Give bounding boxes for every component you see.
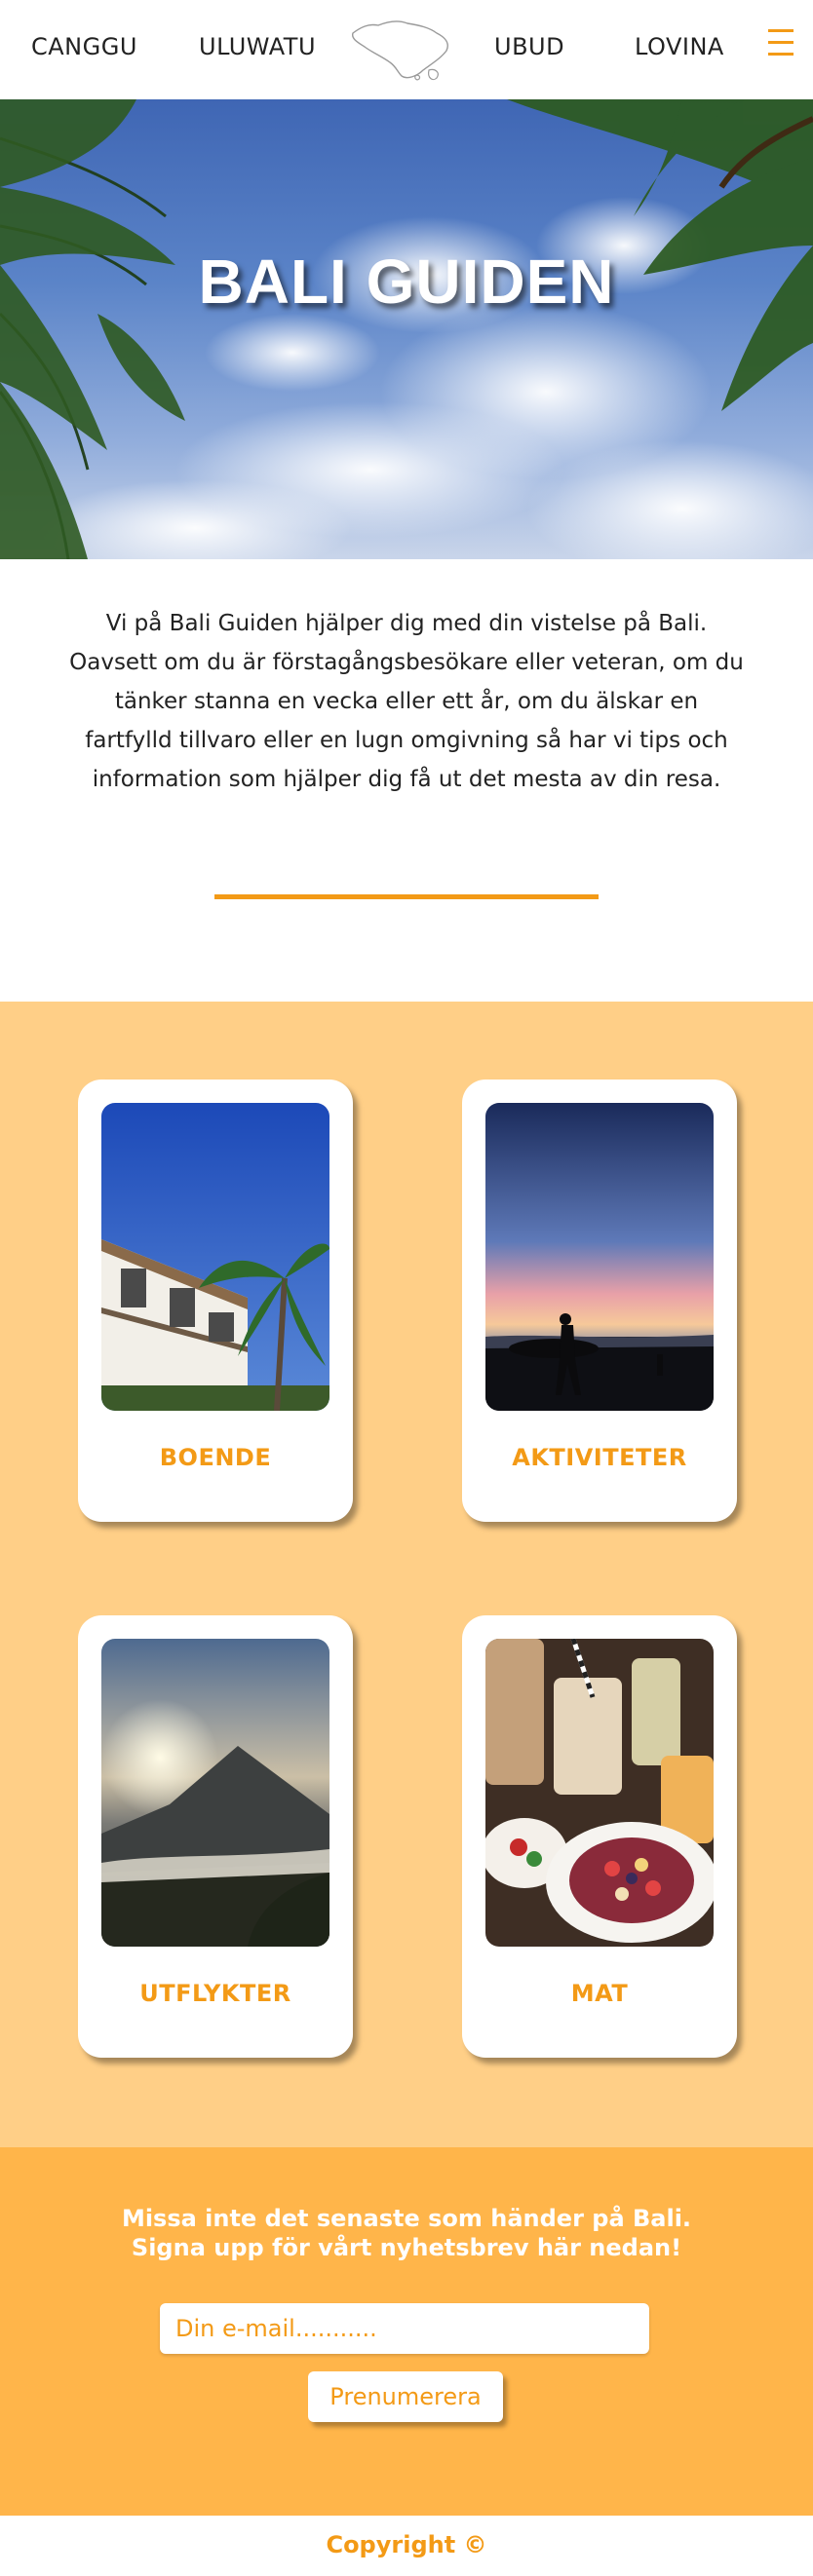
surfer-at-sunset-image bbox=[485, 1103, 714, 1411]
villa-with-palm-tree-image bbox=[101, 1103, 329, 1411]
card-label: UTFLYKTER bbox=[139, 1980, 291, 2007]
newsletter-line-1: Missa inte det senaste som händer på Bal… bbox=[121, 2205, 692, 2232]
newsletter-line-2: Signa upp för vårt nyhetsbrev här nedan! bbox=[131, 2234, 682, 2261]
palm-trees-sky-image bbox=[0, 99, 813, 559]
card-label: MAT bbox=[570, 1980, 629, 2007]
category-cards-section: BOENDE AKTIVITETER UTFLYKTER MAT bbox=[0, 1002, 813, 2147]
email-input[interactable] bbox=[160, 2303, 649, 2354]
card-aktiviteter[interactable]: AKTIVITETER bbox=[462, 1080, 737, 1522]
page-title: BALI GUIDEN bbox=[198, 246, 615, 317]
card-label: BOENDE bbox=[159, 1444, 272, 1471]
section-divider bbox=[214, 894, 599, 899]
card-utflykter[interactable]: UTFLYKTER bbox=[78, 1615, 353, 2058]
intro-text: Vi på Bali Guiden hjälper dig med din vi… bbox=[69, 611, 744, 792]
footer: Copyright © bbox=[0, 2516, 813, 2576]
smoothie-bowl-and-drinks-image bbox=[485, 1639, 714, 1947]
top-navigation: CANGGU ULUWATU UBUD LOVINA bbox=[0, 0, 813, 99]
card-boende[interactable]: BOENDE bbox=[78, 1080, 353, 1522]
hero-banner: BALI GUIDEN bbox=[0, 99, 813, 559]
nav-link-ubud[interactable]: UBUD bbox=[494, 33, 564, 60]
nav-link-lovina[interactable]: LOVINA bbox=[635, 33, 724, 60]
bali-island-map-icon[interactable] bbox=[347, 16, 454, 84]
newsletter-text: Missa inte det senaste som händer på Bal… bbox=[0, 2204, 813, 2262]
volcano-sunrise-image bbox=[101, 1639, 329, 1947]
nav-link-uluwatu[interactable]: ULUWATU bbox=[199, 33, 316, 60]
card-label: AKTIVITETER bbox=[512, 1444, 687, 1471]
hamburger-menu-icon[interactable] bbox=[768, 29, 794, 62]
copyright-text: Copyright © bbox=[326, 2531, 487, 2558]
nav-link-canggu[interactable]: CANGGU bbox=[31, 33, 137, 60]
card-mat[interactable]: MAT bbox=[462, 1615, 737, 2058]
newsletter-section: Missa inte det senaste som händer på Bal… bbox=[0, 2147, 813, 2516]
subscribe-button[interactable]: Prenumerera bbox=[308, 2371, 503, 2422]
